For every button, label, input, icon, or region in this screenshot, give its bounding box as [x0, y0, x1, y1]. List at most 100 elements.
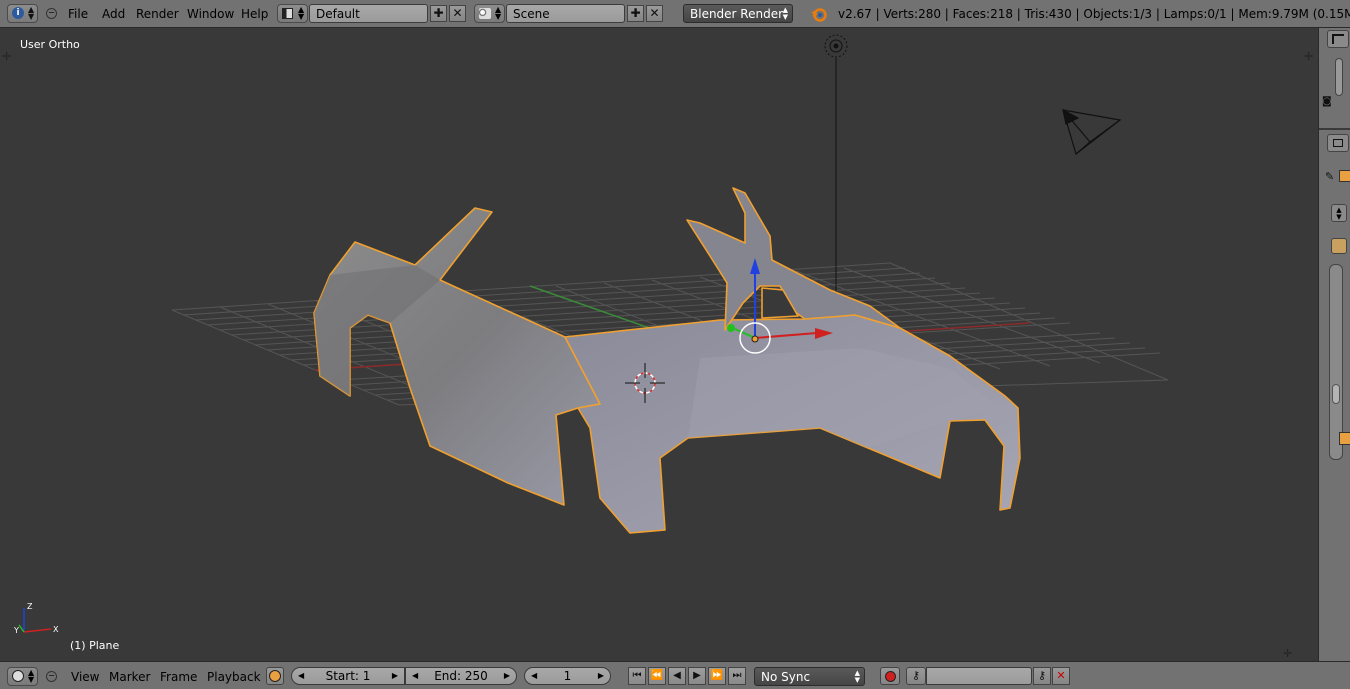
delete-layout-button[interactable]: ✕: [449, 5, 466, 22]
camera-object-icon: [1062, 108, 1122, 156]
render-engine-label: Blender Render: [690, 7, 784, 21]
screen-layout-field[interactable]: Default: [309, 4, 428, 23]
keying-set-icon-button[interactable]: ⚷: [906, 667, 926, 685]
preview-range-button[interactable]: [266, 667, 284, 685]
plane-mesh-object: [313, 187, 1021, 534]
key-delete-icon: ✕: [1056, 669, 1066, 682]
menu-help[interactable]: Help: [241, 7, 268, 21]
modifier-icon[interactable]: [1331, 238, 1347, 254]
collapse-menu-icon[interactable]: −: [46, 8, 57, 19]
properties-icon: [1333, 139, 1343, 147]
view-axis-gizmo: Z X Y: [13, 602, 59, 635]
play-icon: ▶: [693, 670, 701, 681]
timeline-menu-view[interactable]: View: [71, 670, 99, 684]
object-cube-icon[interactable]: [1339, 432, 1350, 445]
view-name-label: User Ortho: [20, 38, 80, 51]
axis-y-label: Y: [13, 626, 19, 635]
close-icon: ✕: [452, 6, 463, 20]
properties-scroll-thumb[interactable]: [1332, 384, 1340, 404]
skip-start-icon: ⏮: [632, 670, 642, 681]
outliner-editor-button[interactable]: [1327, 30, 1349, 48]
delete-keyframe-button[interactable]: ✕: [1052, 667, 1070, 685]
end-frame-field[interactable]: ◀ End: 250 ▶: [405, 667, 517, 685]
menu-add[interactable]: Add: [102, 7, 125, 21]
outliner-scrollbar[interactable]: [1335, 58, 1343, 96]
plus-icon: ✚: [433, 6, 444, 20]
collapse-menu-icon[interactable]: −: [46, 671, 57, 682]
chevron-updown-icon: ▲ ▼: [495, 5, 502, 21]
menu-file[interactable]: File: [68, 7, 88, 21]
start-frame-label: Start: 1: [325, 669, 371, 683]
rewind-icon: ⏪: [650, 670, 664, 681]
render-engine-dropdown[interactable]: Blender Render ▲ ▼: [683, 4, 793, 23]
scene-field[interactable]: Scene: [506, 4, 625, 23]
jump-to-keyframe-back-button[interactable]: ⏪: [648, 667, 666, 685]
fast-forward-icon: ⏩: [710, 670, 724, 681]
chevron-updown-icon: ▲ ▼: [782, 6, 788, 21]
properties-context-dropdown[interactable]: ▲ ▼: [1331, 204, 1347, 222]
decrement-arrow-icon: ◀: [298, 671, 305, 680]
outliner-icon: [1332, 34, 1344, 44]
timeline-menu-frame[interactable]: Frame: [160, 670, 197, 684]
editor-type-button[interactable]: i ▲ ▼: [7, 4, 38, 23]
3d-viewport[interactable]: ✛ ✛ ✛ Z X Y User Ortho (1) Plane: [0, 28, 1318, 661]
key-icon: ⚷: [1037, 669, 1047, 682]
viewport-canvas[interactable]: ✛ ✛ ✛ Z X Y: [0, 28, 1318, 661]
pin-icon[interactable]: ✎: [1325, 170, 1334, 183]
split-area-handle-icon: ✛: [1283, 647, 1292, 660]
decrement-arrow-icon: ◀: [412, 671, 419, 680]
auto-keying-button[interactable]: [880, 667, 900, 685]
clock-icon: [269, 670, 281, 682]
chevron-updown-icon: ▲ ▼: [298, 5, 305, 21]
insert-keyframe-button[interactable]: ⚷: [1033, 667, 1051, 685]
start-frame-field[interactable]: ◀ Start: 1 ▶: [291, 667, 405, 685]
object-data-icon[interactable]: [1339, 170, 1350, 182]
timeline-header: ▲ ▼ − View Marker Frame Playback ◀ Start:…: [0, 661, 1350, 689]
decrement-arrow-icon: ◀: [531, 671, 538, 680]
timeline-menu-playback[interactable]: Playback: [207, 670, 261, 684]
keying-icon: ⚷: [911, 669, 921, 682]
active-keying-set-field[interactable]: [926, 667, 1032, 685]
axis-x-label: X: [53, 625, 59, 634]
skip-end-icon: ⏭: [732, 670, 742, 681]
scene-statistics: v2.67 | Verts:280 | Faces:218 | Tris:430…: [838, 7, 1350, 21]
blender-logo-icon: [811, 6, 827, 22]
info-icon: i: [12, 7, 24, 19]
play-reverse-button[interactable]: ◀: [668, 667, 686, 685]
properties-scrollbar[interactable]: [1329, 264, 1343, 460]
timeline-menu-marker[interactable]: Marker: [109, 670, 150, 684]
chevron-updown-icon: ▲ ▼: [854, 669, 860, 684]
jump-to-keyframe-forward-button[interactable]: ⏩: [708, 667, 726, 685]
jump-to-end-button[interactable]: ⏭: [728, 667, 746, 685]
info-header: i ▲ ▼ − File Add Render Window Help ▲ ▼ De…: [0, 0, 1350, 28]
delete-scene-button[interactable]: ✕: [646, 5, 663, 22]
layout-icon: [282, 8, 293, 19]
area-divider[interactable]: [1319, 128, 1350, 130]
end-frame-label: End: 250: [434, 669, 488, 683]
increment-arrow-icon: ▶: [391, 671, 398, 680]
menu-window[interactable]: Window: [187, 7, 234, 21]
menu-render[interactable]: Render: [136, 7, 179, 21]
properties-editor-button[interactable]: [1327, 134, 1349, 152]
current-frame-label: 1: [563, 669, 572, 683]
record-icon: [884, 671, 896, 682]
play-button[interactable]: ▶: [688, 667, 706, 685]
split-area-handle-icon: ✛: [1304, 50, 1313, 63]
add-scene-button[interactable]: ✚: [627, 5, 644, 22]
current-frame-field[interactable]: ◀ 1 ▶: [524, 667, 611, 685]
jump-to-start-button[interactable]: ⏮: [628, 667, 646, 685]
timeline-editor-type-button[interactable]: ▲ ▼: [7, 667, 38, 686]
axis-z-label: Z: [27, 602, 33, 611]
screen-layout-browse-button[interactable]: ▲ ▼: [277, 4, 308, 23]
increment-arrow-icon: ▶: [597, 671, 604, 680]
plus-icon: ✚: [630, 6, 641, 20]
split-area-handle-icon: ✛: [2, 50, 11, 63]
scene-browse-button[interactable]: ▲ ▼: [474, 4, 505, 23]
sync-mode-dropdown[interactable]: No Sync ▲ ▼: [754, 667, 865, 686]
chevron-updown-icon: ▲ ▼: [28, 668, 35, 684]
chevron-updown-icon: ▲ ▼: [28, 5, 35, 21]
close-icon: ✕: [649, 6, 660, 20]
timeline-editor-icon: [12, 670, 24, 682]
add-layout-button[interactable]: ✚: [430, 5, 447, 22]
camera-icon: ◙: [1322, 96, 1332, 107]
